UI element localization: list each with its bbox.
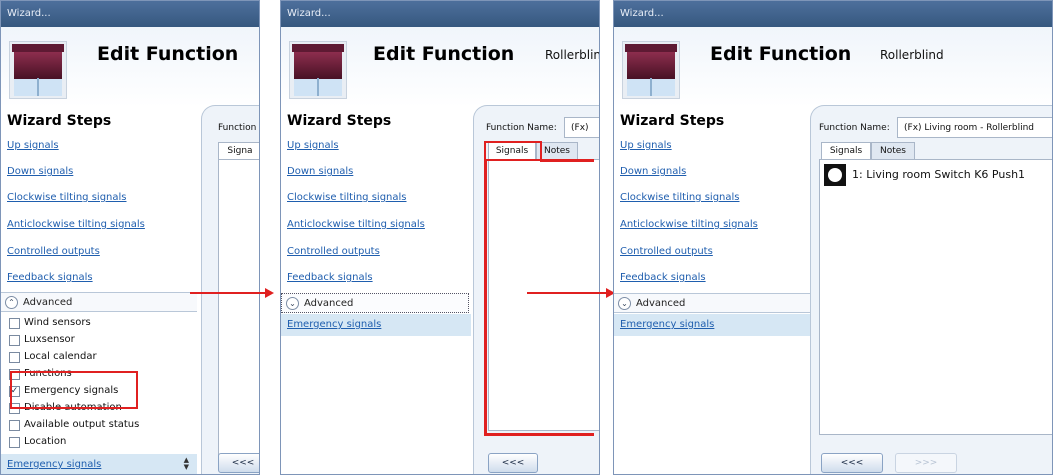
step-clockwise-tilting[interactable]: Clockwise tilting signals — [620, 192, 740, 203]
window-title: Wizard... — [281, 1, 599, 27]
window-title: Wizard... — [1, 1, 259, 27]
page-title: Edit Function — [373, 43, 515, 65]
function-editor-panel: Function Name: (Fx) Living room - Roller… — [810, 105, 1052, 474]
wizard-steps-panel: Wizard Steps Up signals Down signals Clo… — [614, 107, 810, 474]
step-emergency-signals[interactable]: Emergency signals — [287, 319, 381, 330]
function-name-label: Function — [218, 123, 257, 133]
checkbox[interactable] — [9, 352, 20, 363]
page-title: Edit Function — [710, 43, 852, 65]
step-up-signals[interactable]: Up signals — [287, 140, 339, 151]
checkbox[interactable] — [9, 420, 20, 431]
step-controlled-outputs[interactable]: Controlled outputs — [620, 246, 713, 257]
checkbox[interactable] — [9, 335, 20, 346]
page-title: Edit Function — [97, 43, 239, 65]
checkbox[interactable] — [9, 437, 20, 448]
step-feedback-signals[interactable]: Feedback signals — [7, 272, 93, 283]
step-feedback-signals[interactable]: Feedback signals — [620, 272, 706, 283]
function-name-input[interactable]: (Fx) Living room - Rollerblind — [897, 117, 1052, 138]
advanced-label: Advanced — [636, 298, 686, 309]
annotation-bracket-bottom — [484, 433, 594, 436]
annotation-arrow — [527, 292, 608, 294]
list-item[interactable]: 1: Living room Switch K6 Push1 — [824, 164, 1052, 186]
chevron-down-icon: ⌄ — [618, 297, 631, 310]
signals-list[interactable]: 1: Living room Switch K6 Push1 — [819, 159, 1052, 435]
tab-notes[interactable]: Notes — [871, 142, 915, 159]
step-anticlockwise-tilting[interactable]: Anticlockwise tilting signals — [287, 219, 425, 230]
function-editor-panel: Function Signa <<< — [201, 105, 259, 474]
rollerblind-icon — [289, 41, 347, 99]
checkbox[interactable] — [9, 318, 20, 329]
signal-label: 1: Living room Switch K6 Push1 — [852, 168, 1026, 181]
signals-list[interactable] — [218, 159, 259, 456]
step-feedback-signals[interactable]: Feedback signals — [287, 272, 373, 283]
signals-list[interactable] — [488, 159, 599, 431]
window-title: Wizard... — [614, 1, 1052, 27]
step-emergency-signals[interactable]: Emergency signals — [7, 459, 101, 470]
annotation-tab-highlight — [484, 141, 542, 161]
annotation-bracket-top — [540, 159, 594, 162]
wizard-steps-title: Wizard Steps — [7, 113, 112, 129]
step-controlled-outputs[interactable]: Controlled outputs — [7, 246, 100, 257]
step-down-signals[interactable]: Down signals — [620, 166, 686, 177]
wizard-window-step3: Wizard... Edit Function Rollerblind Wiza… — [613, 0, 1053, 475]
function-name-label: Function Name: — [486, 123, 557, 133]
step-down-signals[interactable]: Down signals — [287, 166, 353, 177]
back-button[interactable]: <<< — [821, 453, 883, 473]
annotation-arrow-head — [265, 288, 274, 298]
function-name-label: Function Name: — [819, 123, 890, 133]
wizard-steps-title: Wizard Steps — [620, 113, 725, 129]
advanced-label: Advanced — [304, 298, 354, 309]
step-clockwise-tilting[interactable]: Clockwise tilting signals — [7, 192, 127, 203]
next-button[interactable]: >>> — [895, 453, 957, 473]
back-button[interactable]: <<< — [218, 453, 259, 473]
step-emergency-signals-selected[interactable]: Emergency signals — [614, 314, 810, 336]
tab-signals[interactable]: Signa — [218, 142, 259, 160]
step-controlled-outputs[interactable]: Controlled outputs — [287, 246, 380, 257]
step-emergency-signals-selected[interactable]: Emergency signals — [281, 314, 471, 336]
wizard-steps-panel: Wizard Steps Up signals Down signals Clo… — [281, 107, 471, 474]
step-emergency-signals[interactable]: Emergency signals — [620, 319, 714, 330]
advanced-label: Advanced — [23, 297, 73, 308]
wizard-window-step2: Wizard... Edit Function Rollerblind Wiza… — [280, 0, 600, 475]
wizard-steps-title: Wizard Steps — [287, 113, 392, 129]
step-up-signals[interactable]: Up signals — [7, 140, 59, 151]
step-down-signals[interactable]: Down signals — [7, 166, 73, 177]
advanced-toggle[interactable]: ⌃ Advanced — [1, 292, 197, 312]
step-clockwise-tilting[interactable]: Clockwise tilting signals — [287, 192, 407, 203]
wizard-steps-panel: Wizard Steps Up signals Down signals Clo… — [1, 107, 197, 474]
step-anticlockwise-tilting[interactable]: Anticlockwise tilting signals — [620, 219, 758, 230]
push-button-icon — [824, 164, 846, 186]
chevron-up-icon: ⌃ — [5, 296, 18, 309]
annotation-bracket-left — [484, 159, 487, 435]
advanced-toggle[interactable]: ⌄ Advanced — [281, 293, 469, 313]
back-button[interactable]: <<< — [488, 453, 538, 473]
step-up-signals[interactable]: Up signals — [620, 140, 672, 151]
rollerblind-icon — [622, 41, 680, 99]
step-emergency-signals-selected[interactable]: Emergency signals ▲ ▼ — [1, 454, 197, 474]
step-anticlockwise-tilting[interactable]: Anticlockwise tilting signals — [7, 219, 145, 230]
chevron-down-icon: ⌄ — [286, 297, 299, 310]
rollerblind-icon — [9, 41, 67, 99]
scroll-arrows-icon[interactable]: ▲ ▼ — [184, 457, 189, 471]
function-name-input[interactable]: (Fx) — [564, 117, 599, 138]
page-subtitle: Rollerblind — [880, 48, 944, 62]
page-subtitle: Rollerblind — [545, 48, 599, 62]
annotation-highlight-box — [10, 371, 138, 409]
advanced-toggle[interactable]: ⌄ Advanced — [614, 293, 810, 313]
tab-notes[interactable]: Notes — [536, 142, 578, 159]
tab-signals[interactable]: Signals — [821, 142, 871, 160]
annotation-arrow — [190, 292, 265, 294]
